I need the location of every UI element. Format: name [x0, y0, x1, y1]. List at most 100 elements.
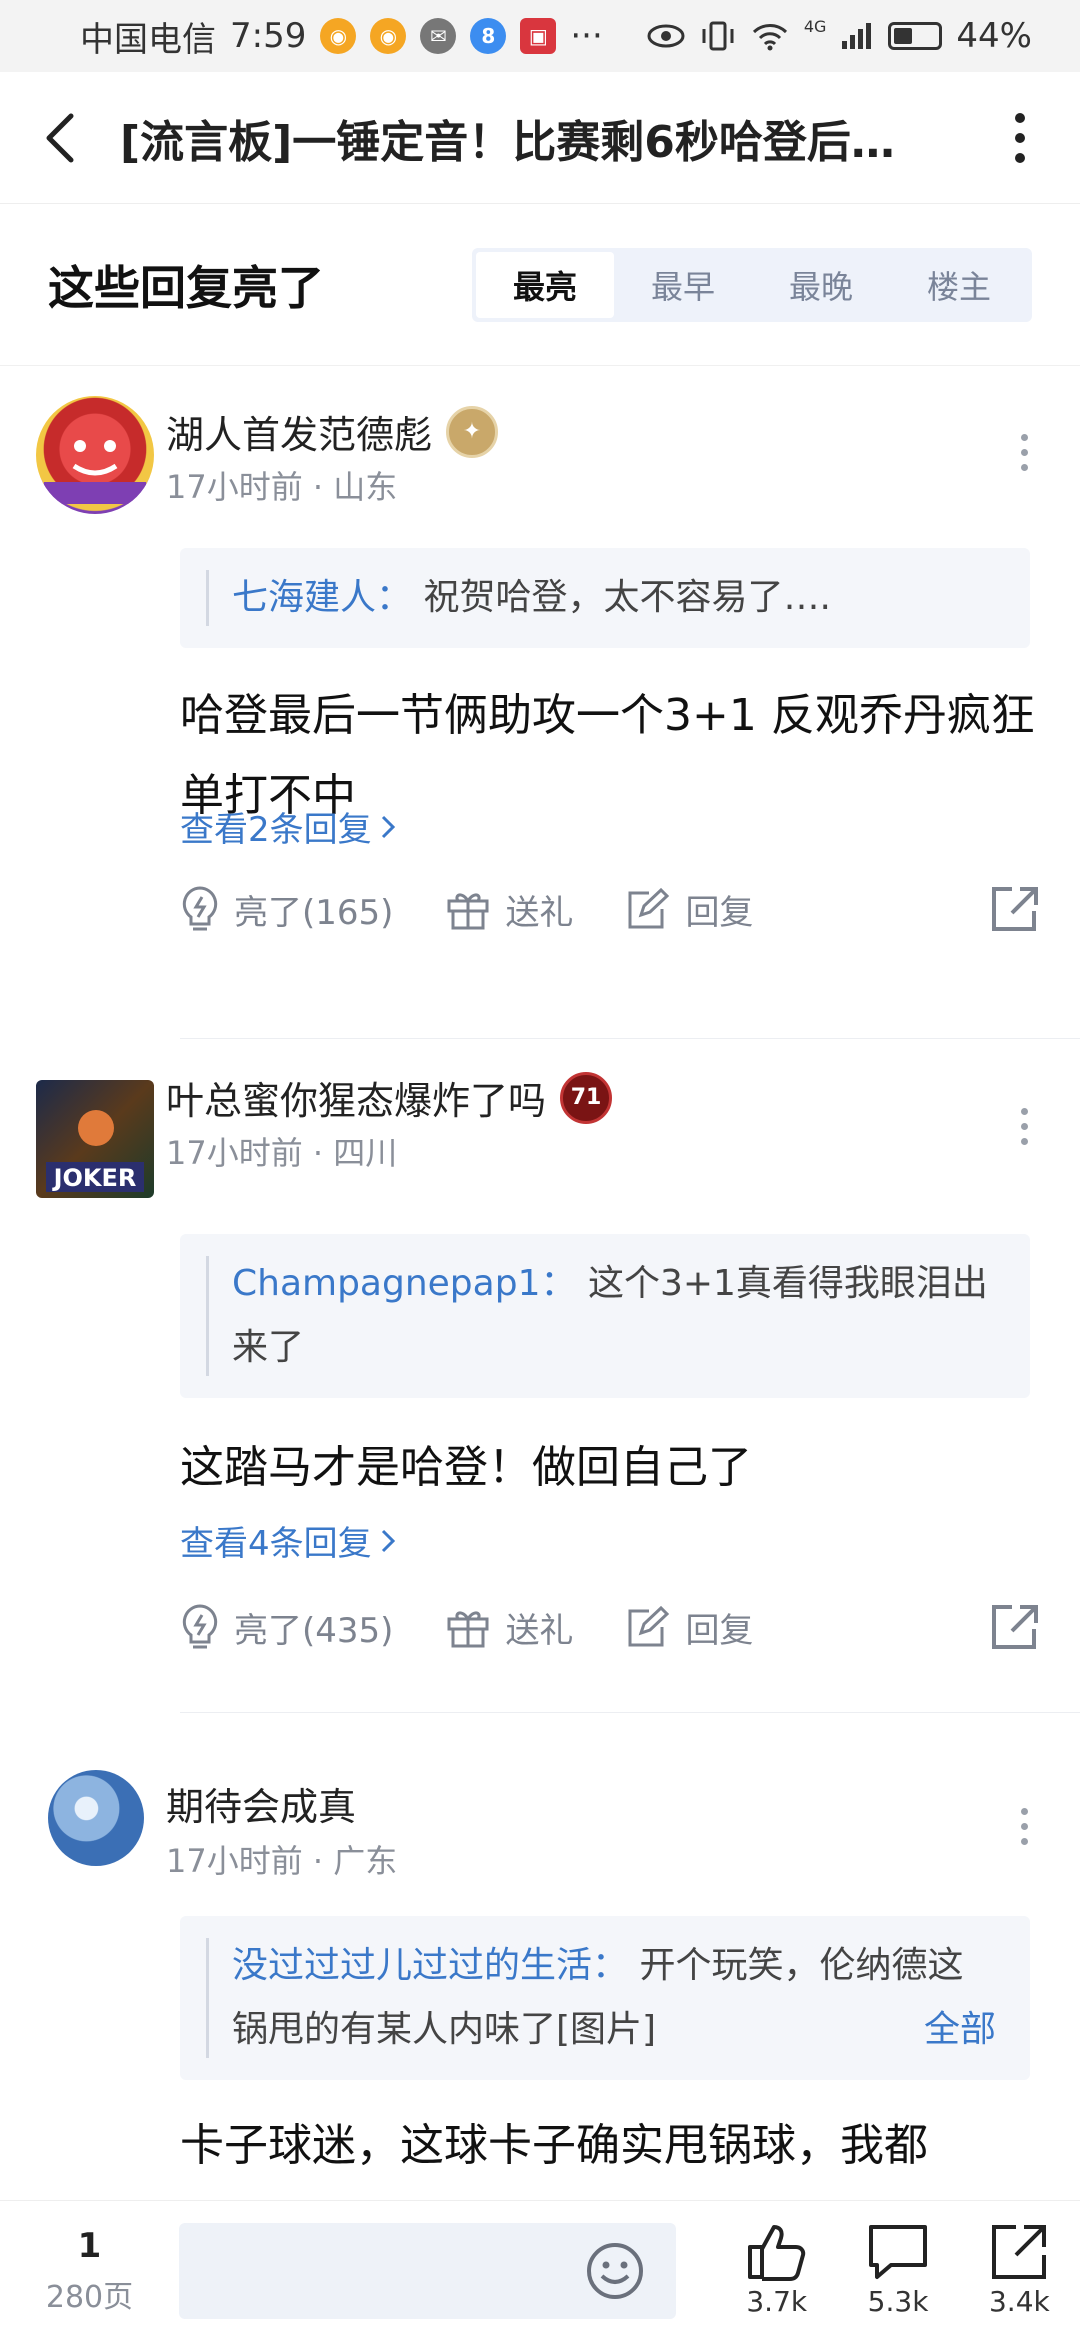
comment-meta: 17小时前 · 广东 — [166, 1842, 398, 1880]
quote-username[interactable]: 没过过过儿过过的生活 — [232, 1945, 592, 1986]
comment-more-button[interactable] — [1004, 1796, 1044, 1856]
like-button[interactable]: 亮了(435) — [180, 1603, 393, 1652]
share-icon — [992, 887, 1038, 931]
more-options-button[interactable] — [960, 72, 1080, 204]
current-page: 1 — [77, 2225, 102, 2266]
share-comment-button[interactable] — [990, 885, 1040, 933]
share-icon — [992, 1605, 1038, 1649]
comments-count: 5.3k — [867, 2285, 929, 2318]
username[interactable]: 叶总蜜你猩态爆炸了吗 — [166, 1070, 546, 1125]
share-post-button[interactable]: 3.4k — [959, 2223, 1080, 2318]
edit-icon — [628, 1605, 670, 1647]
comment-username-row: 湖人首发范德彪 ✦ — [166, 404, 499, 459]
comment-text: 这踏马才是哈登！做回自己了 — [180, 1442, 752, 1493]
page-indicator[interactable]: 1 280页 — [0, 2226, 179, 2316]
section-title: 这些回复亮了 — [48, 260, 324, 315]
comment-username-row: 期待会成真 — [166, 1776, 356, 1831]
lightbulb-icon — [182, 1604, 218, 1649]
avatar[interactable] — [36, 396, 154, 514]
back-button[interactable] — [0, 72, 120, 204]
comment-username-row: 叶总蜜你猩态爆炸了吗 71 — [166, 1070, 613, 1125]
tab-earliest[interactable]: 最早 — [614, 252, 752, 318]
clock: 7:59 — [230, 16, 307, 56]
like-button[interactable]: 亮了(165) — [180, 885, 393, 934]
view-replies-link[interactable]: 查看2条回复 — [180, 802, 396, 851]
tab-brightest[interactable]: 最亮 — [476, 251, 614, 318]
comment-more-button[interactable] — [1004, 422, 1044, 482]
gift-icon — [447, 1611, 489, 1648]
username[interactable]: 期待会成真 — [166, 1776, 356, 1831]
signal-icon — [842, 23, 872, 49]
network-type-label: 4G — [803, 16, 827, 36]
lightbulb-icon — [182, 886, 218, 931]
chevron-left-icon — [46, 113, 74, 162]
avatar[interactable] — [48, 1770, 144, 1866]
gift-label: 送礼 — [505, 892, 574, 933]
lakers-logo-icon — [44, 440, 146, 504]
share-icon — [992, 2225, 1047, 2279]
chevron-right-icon — [381, 1529, 395, 1552]
comments-button[interactable]: 5.3k — [837, 2223, 958, 2318]
username[interactable]: 湖人首发范德彪 — [166, 404, 432, 459]
gift-button[interactable]: 送礼 — [445, 885, 573, 934]
thumbs-up-button[interactable]: 3.7k — [716, 2223, 837, 2318]
bottom-bar: 1 280页 3.7k 5.3k 3.4k — [0, 2200, 1080, 2340]
title-bar: [流言板]一锤定音！比赛剩6秒哈登后… — [0, 72, 1080, 204]
comment-item: 湖人首发范德彪 ✦ 17小时前 · 山东 七海建人： 祝贺哈登，太不容易了…. … — [0, 366, 1080, 1039]
quoted-reply[interactable]: Champagnepap1： 这个3+1真看得我眼泪出来了 — [180, 1234, 1030, 1398]
quote-username[interactable]: Champagnepap1 — [232, 1263, 540, 1304]
comment-divider — [180, 1038, 1080, 1039]
comment-meta: 17小时前 · 山东 — [166, 468, 398, 506]
comment-more-button[interactable] — [1004, 1096, 1044, 1156]
app-notification-icon: 8 — [470, 18, 507, 54]
page-title: [流言板]一锤定音！比赛剩6秒哈登后… — [120, 116, 895, 168]
edit-icon — [628, 887, 670, 929]
comment-item: 期待会成真 17小时前 · 广东 没过过过儿过过的生活： 开个玩笑，伦纳德这锅甩… — [0, 1740, 1080, 2200]
thumbs-up-count: 3.7k — [746, 2285, 808, 2318]
reply-label: 回复 — [685, 892, 754, 933]
quote-username[interactable]: 七海建人 — [232, 577, 376, 618]
tab-latest[interactable]: 最晚 — [752, 252, 890, 318]
battery-icon — [888, 22, 943, 50]
reply-button[interactable]: 回复 — [625, 1603, 753, 1652]
weibo-notification-icon: ◉ — [320, 18, 357, 54]
tab-op[interactable]: 楼主 — [890, 252, 1028, 318]
joker-card-icon: JOKER — [46, 1110, 144, 1192]
reply-label: 回复 — [685, 1610, 754, 1651]
eye-icon — [647, 24, 685, 48]
expand-quote-link[interactable]: 全部 — [924, 1998, 996, 2062]
battery-percent: 44% — [956, 16, 1032, 56]
vibrate-icon — [702, 21, 734, 51]
comment-actions: 亮了(165) 送礼 回复 — [180, 874, 1040, 944]
user-badge-icon: ✦ — [446, 405, 499, 458]
reader-notification-icon: ▣ — [520, 18, 557, 54]
vertical-dots-icon — [1015, 112, 1025, 163]
like-count: 亮了(165) — [234, 892, 394, 933]
weibo-notification-icon-2: ◉ — [370, 18, 407, 54]
more-notifications-icon: ··· — [570, 16, 603, 56]
wifi-icon — [752, 24, 787, 51]
thumbs-up-icon — [747, 2225, 805, 2281]
reply-button[interactable]: 回复 — [625, 885, 753, 934]
like-count: 亮了(435) — [234, 1610, 394, 1651]
total-pages: 280页 — [45, 2279, 134, 2315]
chevron-right-icon — [381, 815, 395, 838]
comment-input[interactable] — [178, 2222, 677, 2319]
carrier-label: 中国电信 — [80, 19, 216, 60]
quoted-reply[interactable]: 没过过过儿过过的生活： 开个玩笑，伦纳德这锅甩的有某人内味了[图片] 全部 — [180, 1916, 1030, 2080]
avatar[interactable]: JOKER — [36, 1080, 154, 1198]
share-comment-button[interactable] — [990, 1603, 1040, 1651]
section-header: 这些回复亮了 最亮 最早 最晚 楼主 — [0, 204, 1080, 366]
status-bar: 中国电信 7:59 ◉ ◉ ✉ 8 ▣ ··· 4G 44% — [0, 0, 1080, 72]
comment-meta: 17小时前 · 四川 — [166, 1134, 398, 1172]
view-replies-link[interactable]: 查看4条回复 — [180, 1516, 396, 1565]
wechat-notification-icon: ✉ — [420, 18, 457, 54]
comment-text: 卡子球迷，这球卡子确实甩锅球，我都 — [180, 2120, 928, 2171]
quote-text: 祝贺哈登，太不容易了…. — [423, 577, 831, 618]
share-count: 3.4k — [988, 2285, 1050, 2318]
gift-button[interactable]: 送礼 — [445, 1603, 573, 1652]
quoted-reply[interactable]: 七海建人： 祝贺哈登，太不容易了…. — [180, 548, 1030, 648]
gift-label: 送礼 — [505, 1610, 574, 1651]
gift-icon — [447, 893, 489, 930]
comment-bubble-icon — [869, 2225, 928, 2279]
